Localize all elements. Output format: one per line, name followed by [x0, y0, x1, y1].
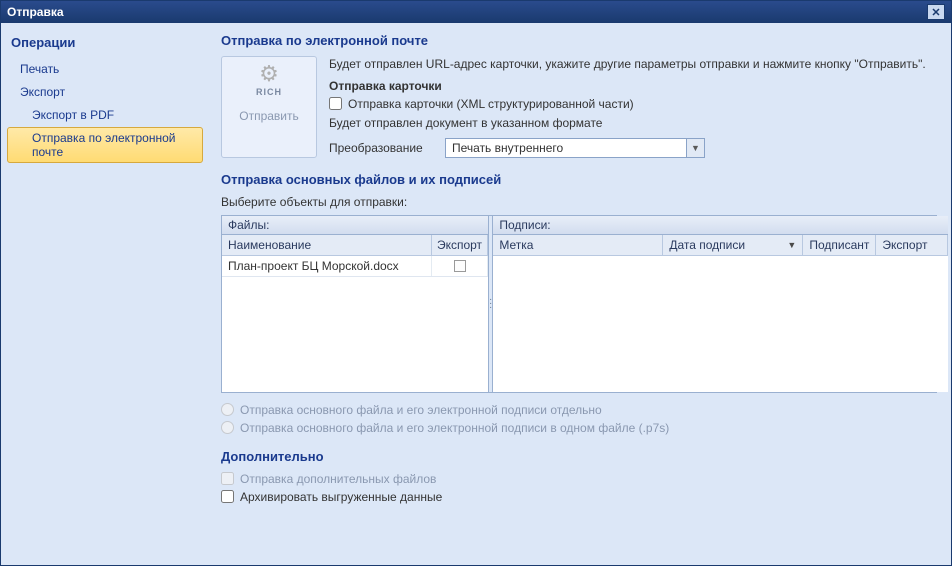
close-icon: ✕ [931, 6, 940, 19]
main-panel: Отправка по электронной почте ⚙ RICH Отп… [209, 23, 951, 565]
transform-value: Печать внутреннего [446, 141, 686, 155]
checkbox-icon [454, 260, 466, 272]
sigs-panel-title: Подписи: [493, 216, 948, 235]
files-section-title: Отправка основных файлов и их подписей [221, 172, 937, 187]
gear-icon: ⚙ [259, 63, 279, 85]
window-title: Отправка [7, 5, 64, 19]
send-card-checkbox[interactable] [329, 97, 342, 110]
files-col-export[interactable]: Экспорт [432, 235, 488, 255]
radio-single-label: Отправка основного файла и его электронн… [240, 421, 669, 435]
sidebar-title: Операции [11, 35, 199, 50]
card-checkbox-row: Отправка карточки (XML структурированной… [329, 97, 937, 111]
dialog-body: Операции ПечатьЭкспортЭкспорт в PDFОтпра… [1, 23, 951, 565]
send-card-checkbox-label: Отправка карточки (XML структурированной… [348, 97, 634, 111]
tables-row: Файлы: Наименование Экспорт План-проект … [221, 215, 937, 393]
send-button[interactable]: ⚙ RICH Отправить [221, 56, 317, 158]
transform-select[interactable]: Печать внутреннего ▼ [445, 138, 705, 158]
sigs-panel: Подписи: Метка Дата подписи ▼ Подписант … [493, 216, 948, 392]
file-row[interactable]: План-проект БЦ Морской.docx [222, 256, 488, 277]
card-section-title: Отправка карточки [329, 79, 937, 93]
files-panel-title: Файлы: [222, 216, 488, 235]
sidebar: Операции ПечатьЭкспортЭкспорт в PDFОтпра… [1, 23, 209, 565]
sidebar-item-3[interactable]: Отправка по электронной почте [7, 127, 203, 163]
transform-label: Преобразование [329, 141, 437, 155]
send-label: Отправить [239, 109, 299, 123]
radio-separate [221, 403, 234, 416]
files-col-name[interactable]: Наименование [222, 235, 432, 255]
sidebar-item-1[interactable]: Экспорт [7, 81, 203, 103]
radio-separate-row: Отправка основного файла и его электронн… [221, 403, 937, 417]
sigs-col-signer[interactable]: Подписант [803, 235, 876, 255]
chevron-down-icon: ▼ [686, 139, 704, 157]
sidebar-item-0[interactable]: Печать [7, 58, 203, 80]
archive-checkbox[interactable] [221, 490, 234, 503]
sort-desc-icon: ▼ [787, 240, 796, 250]
sigs-col-date[interactable]: Дата подписи ▼ [663, 235, 803, 255]
sigs-col-export[interactable]: Экспорт [876, 235, 948, 255]
splitter-handle-icon: ··· [489, 298, 492, 310]
additional-title: Дополнительно [221, 449, 937, 464]
extra-files-checkbox [221, 472, 234, 485]
sigs-col-date-label: Дата подписи [669, 238, 745, 252]
file-export-cell[interactable] [432, 256, 488, 276]
archive-row: Архивировать выгруженные данные [221, 490, 937, 504]
files-section: Отправка основных файлов и их подписей В… [221, 172, 937, 435]
file-name-cell: План-проект БЦ Морской.docx [222, 256, 432, 276]
page-title: Отправка по электронной почте [221, 33, 937, 48]
titlebar: Отправка ✕ [1, 1, 951, 23]
sigs-grid-body [493, 256, 948, 392]
files-panel: Файлы: Наименование Экспорт План-проект … [222, 216, 488, 392]
archive-label: Архивировать выгруженные данные [240, 490, 442, 504]
sigs-grid-header: Метка Дата подписи ▼ Подписант Экспорт [493, 235, 948, 256]
radio-separate-label: Отправка основного файла и его электронн… [240, 403, 602, 417]
description-text: Будет отправлен URL-адрес карточки, укаж… [329, 56, 937, 73]
close-button[interactable]: ✕ [927, 4, 945, 20]
additional-section: Дополнительно Отправка дополнительных фа… [221, 449, 937, 504]
transform-row: Преобразование Печать внутреннего ▼ [329, 138, 937, 158]
sigs-col-mark[interactable]: Метка [493, 235, 663, 255]
card-row: ⚙ RICH Отправить Будет отправлен URL-адр… [221, 56, 937, 158]
card-content: Будет отправлен URL-адрес карточки, укаж… [329, 56, 937, 158]
dialog-window: Отправка ✕ Операции ПечатьЭкспортЭкспорт… [0, 0, 952, 566]
sidebar-item-2[interactable]: Экспорт в PDF [7, 104, 203, 126]
radio-single [221, 421, 234, 434]
rich-label: RICH [256, 87, 282, 97]
files-instruction: Выберите объекты для отправки: [221, 195, 937, 209]
format-note: Будет отправлен документ в указанном фор… [329, 115, 937, 132]
extra-files-row: Отправка дополнительных файлов [221, 472, 937, 486]
files-grid-header: Наименование Экспорт [222, 235, 488, 256]
radio-single-row: Отправка основного файла и его электронн… [221, 421, 937, 435]
radio-block: Отправка основного файла и его электронн… [221, 403, 937, 435]
files-grid-body: План-проект БЦ Морской.docx [222, 256, 488, 392]
extra-files-label: Отправка дополнительных файлов [240, 472, 436, 486]
